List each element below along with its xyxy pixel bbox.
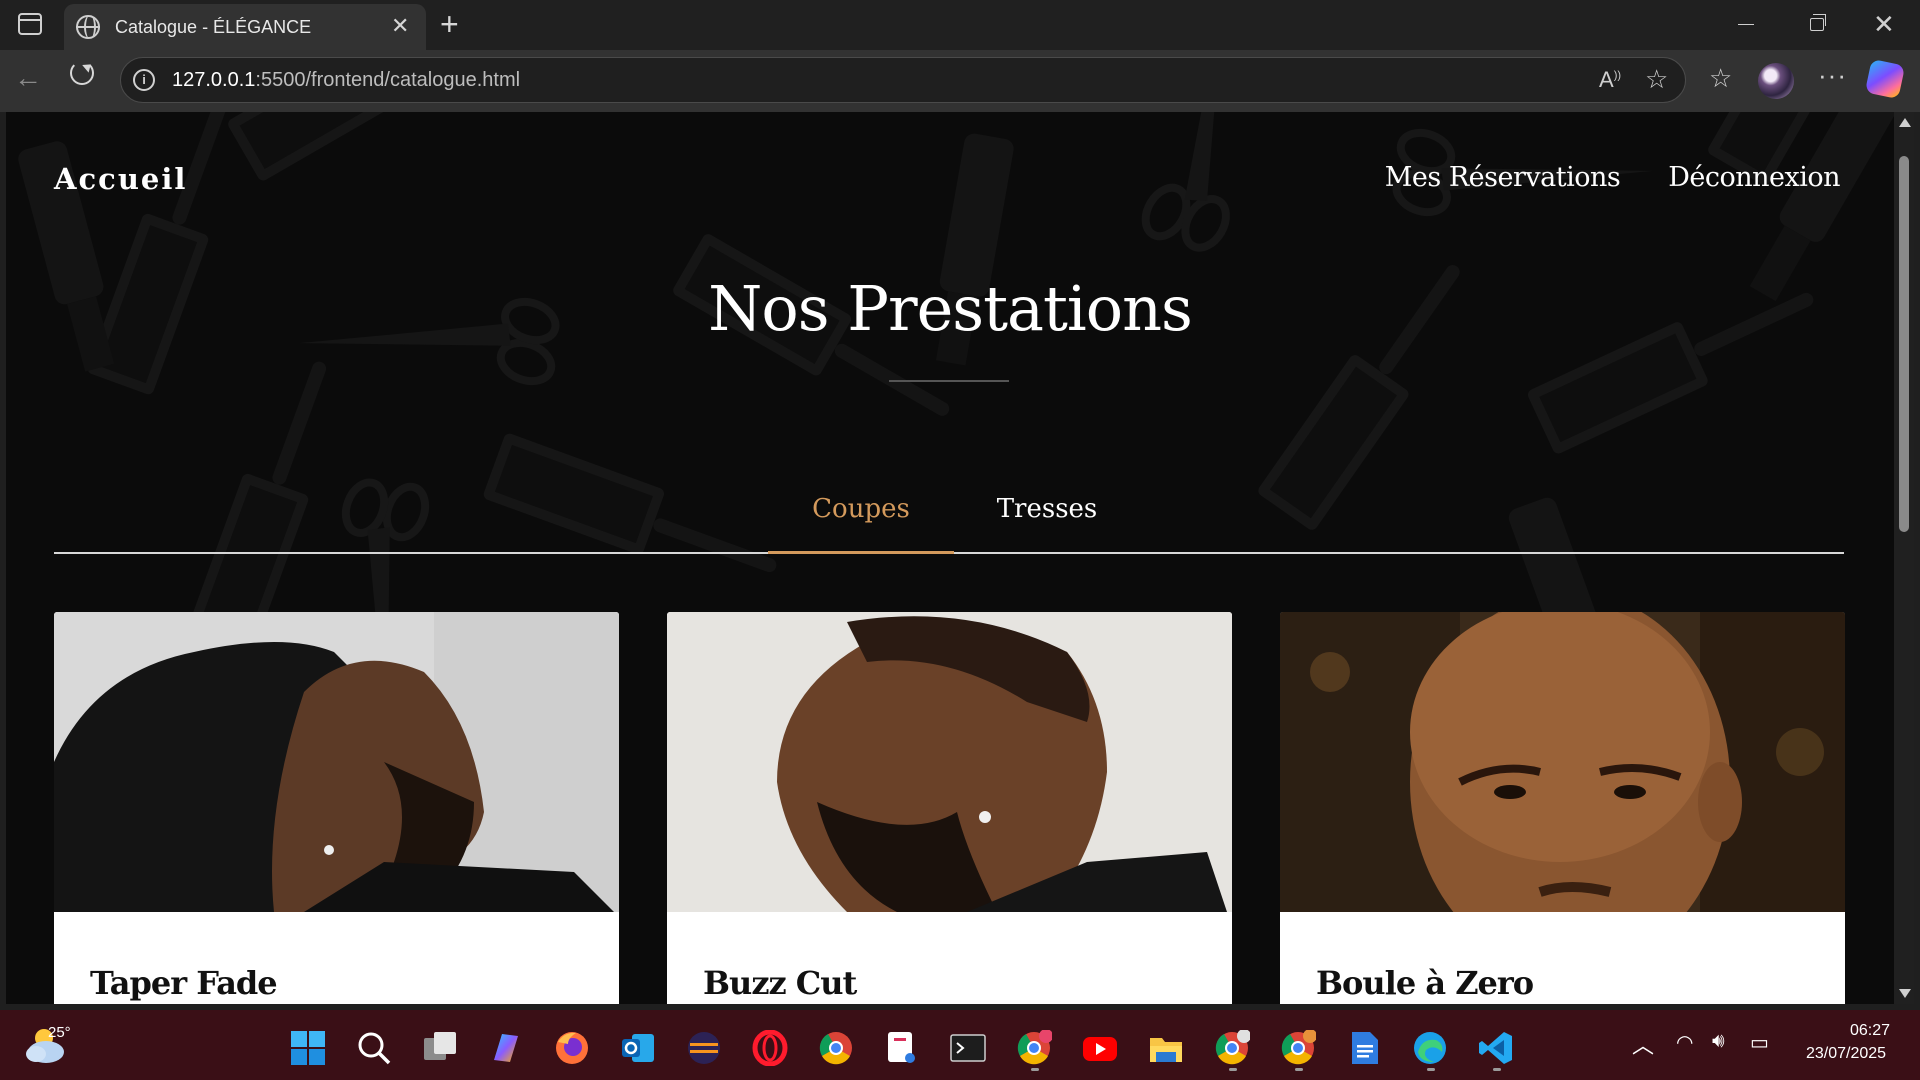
- eclipse-icon[interactable]: [686, 1030, 722, 1066]
- wifi-icon[interactable]: ◠: [1676, 1030, 1693, 1055]
- firefox-icon[interactable]: [554, 1030, 590, 1066]
- reload-icon[interactable]: [70, 61, 94, 85]
- copilot-app-icon[interactable]: [488, 1030, 524, 1066]
- sidebar-toggle-icon[interactable]: [18, 13, 42, 35]
- nav-links: Mes Réservations Déconnexion: [1385, 162, 1841, 193]
- url-host: 127.0.0.1: [172, 69, 256, 91]
- snipping-tool-icon[interactable]: [884, 1030, 920, 1066]
- service-photo: [667, 612, 1232, 912]
- edge-icon[interactable]: [1412, 1030, 1448, 1066]
- nav-logout-link[interactable]: Déconnexion: [1668, 162, 1840, 193]
- scroll-up-arrow-icon[interactable]: [1899, 118, 1911, 127]
- running-indicator: [1427, 1068, 1435, 1071]
- service-title: Buzz Cut: [703, 964, 857, 1002]
- page-title: Nos Prestations: [708, 272, 1193, 345]
- service-photo: [1280, 612, 1845, 912]
- file-explorer-icon[interactable]: [1148, 1030, 1184, 1066]
- url-text[interactable]: 127.0.0.1:5500/frontend/catalogue.html: [172, 69, 520, 92]
- tab-title: Catalogue - ÉLÉGANCE: [115, 17, 312, 37]
- tab-tresses[interactable]: Tresses: [954, 472, 1140, 554]
- more-menu-icon[interactable]: ···: [1818, 60, 1847, 91]
- google-docs-icon[interactable]: [1346, 1030, 1382, 1066]
- chrome-profile-icon[interactable]: [1016, 1030, 1052, 1066]
- page-scrollbar[interactable]: [1894, 112, 1914, 1004]
- minimize-icon[interactable]: [1738, 24, 1754, 25]
- scroll-thumb[interactable]: [1899, 156, 1909, 532]
- address-bar[interactable]: i 127.0.0.1:5500/frontend/catalogue.html…: [120, 57, 1686, 103]
- new-tab-icon[interactable]: +: [440, 6, 459, 42]
- scroll-down-arrow-icon[interactable]: [1899, 989, 1911, 998]
- chrome-profile-2-icon[interactable]: [1214, 1030, 1250, 1066]
- chrome-profile-3-icon[interactable]: [1280, 1030, 1316, 1066]
- tray-chevron-up-icon[interactable]: ︿: [1632, 1028, 1654, 1060]
- youtube-icon[interactable]: [1082, 1030, 1118, 1066]
- volume-icon[interactable]: 🔊︎: [1712, 1030, 1725, 1053]
- opera-icon[interactable]: [752, 1030, 788, 1066]
- battery-icon[interactable]: ▭: [1750, 1030, 1769, 1055]
- title-divider: [889, 380, 1009, 382]
- service-title: Taper Fade: [90, 964, 278, 1002]
- terminal-icon[interactable]: [950, 1030, 986, 1066]
- restore-icon[interactable]: [1810, 14, 1826, 31]
- site-info-icon[interactable]: i: [133, 69, 155, 91]
- service-card[interactable]: Buzz Cut: [667, 612, 1232, 1004]
- clock-date[interactable]: 23/07/2025: [1796, 1045, 1896, 1063]
- close-tab-icon[interactable]: ✕: [391, 13, 409, 39]
- nav-reservations-link[interactable]: Mes Réservations: [1385, 162, 1621, 193]
- search-icon[interactable]: [356, 1030, 392, 1066]
- tab-coupes[interactable]: Coupes: [768, 472, 954, 554]
- globe-icon: [76, 15, 100, 39]
- nav-home-link[interactable]: Accueil: [54, 162, 187, 196]
- running-indicator: [1493, 1068, 1501, 1071]
- read-aloud-icon[interactable]: A)): [1599, 67, 1621, 93]
- running-indicator: [1229, 1068, 1237, 1071]
- favorite-star-icon[interactable]: ☆: [1645, 64, 1668, 95]
- weather-temperature: 25°: [48, 1024, 71, 1041]
- running-indicator: [1295, 1068, 1303, 1071]
- copilot-icon[interactable]: [1864, 58, 1906, 100]
- page-viewport: Accueil Mes Réservations Déconnexion Nos…: [6, 112, 1894, 1004]
- chrome-icon[interactable]: [818, 1030, 854, 1066]
- outlook-icon[interactable]: [620, 1030, 656, 1066]
- browser-tab-bar: Catalogue - ÉLÉGANCE ✕ + ✕: [0, 0, 1920, 50]
- url-path: :5500/frontend/catalogue.html: [255, 69, 521, 91]
- address-toolbar: ← i 127.0.0.1:5500/frontend/catalogue.ht…: [0, 50, 1920, 112]
- service-card[interactable]: Taper Fade: [54, 612, 619, 1004]
- category-tabs: Coupes Tresses: [54, 472, 1844, 554]
- favorites-icon[interactable]: ☆: [1709, 63, 1732, 94]
- close-window-icon[interactable]: ✕: [1873, 9, 1895, 39]
- service-photo: [54, 612, 619, 912]
- windows-start-icon[interactable]: [290, 1030, 326, 1066]
- back-arrow-icon[interactable]: ←: [14, 62, 42, 94]
- service-card[interactable]: Boule à Zero: [1280, 612, 1845, 1004]
- browser-tab-active[interactable]: Catalogue - ÉLÉGANCE ✕: [64, 4, 426, 50]
- clock-time[interactable]: 06:27: [1830, 1022, 1910, 1040]
- profile-avatar[interactable]: [1758, 63, 1794, 99]
- service-title: Boule à Zero: [1316, 964, 1534, 1002]
- vscode-icon[interactable]: [1478, 1030, 1514, 1066]
- task-view-icon[interactable]: [422, 1030, 458, 1066]
- running-indicator: [1031, 1068, 1039, 1071]
